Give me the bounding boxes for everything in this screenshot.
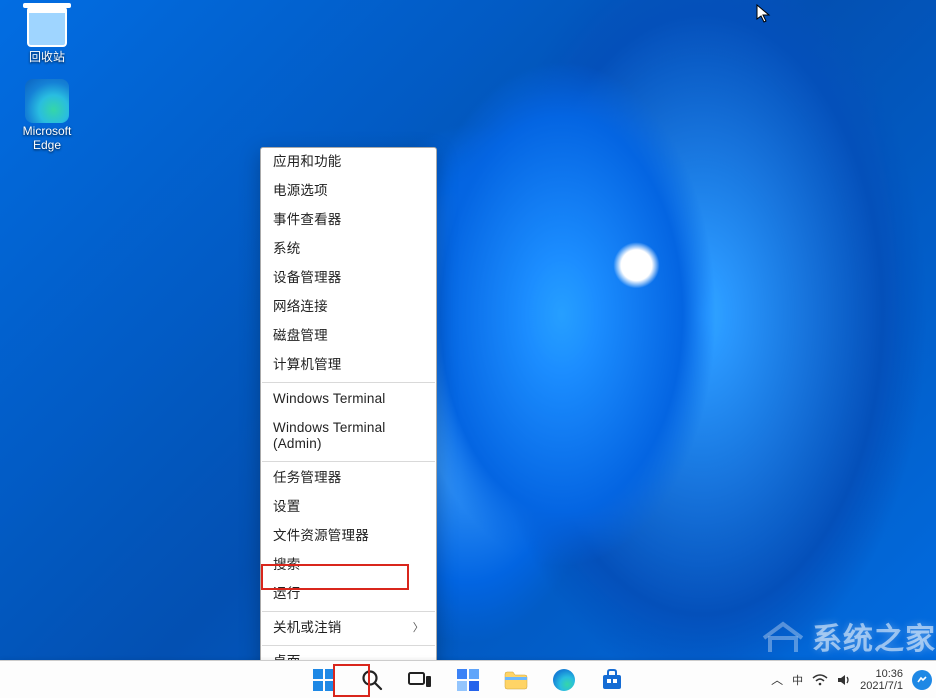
- task-view-icon: [408, 670, 432, 690]
- menu-search[interactable]: 搜索: [261, 551, 436, 580]
- clock-time: 10:36: [860, 668, 903, 680]
- menu-apps-features[interactable]: 应用和功能: [261, 148, 436, 177]
- menu-task-manager[interactable]: 任务管理器: [261, 464, 436, 493]
- file-explorer-button[interactable]: [503, 667, 529, 693]
- menu-shutdown-signout[interactable]: 关机或注销〉: [261, 614, 436, 643]
- recycle-bin-icon[interactable]: 回收站: [10, 4, 84, 64]
- menu-separator: [262, 461, 435, 462]
- menu-run[interactable]: 运行: [261, 580, 436, 609]
- menu-disk-management[interactable]: 磁盘管理: [261, 322, 436, 351]
- menu-device-manager[interactable]: 设备管理器: [261, 264, 436, 293]
- folder-icon: [504, 670, 528, 690]
- menu-separator: [262, 382, 435, 383]
- edge-icon: [553, 669, 575, 691]
- search-button[interactable]: [359, 667, 385, 693]
- widgets-button[interactable]: [455, 667, 481, 693]
- menu-file-explorer[interactable]: 文件资源管理器: [261, 522, 436, 551]
- widgets-icon: [457, 669, 479, 691]
- clock-date: 2021/7/1: [860, 680, 903, 692]
- windows-logo-icon: [313, 669, 335, 691]
- store-icon: [601, 669, 623, 691]
- tray-ime[interactable]: 中: [792, 672, 803, 688]
- menu-system[interactable]: 系统: [261, 235, 436, 264]
- assist-icon: [916, 674, 928, 686]
- volume-icon[interactable]: [837, 673, 851, 687]
- desktop-icons: 回收站 Microsoft Edge: [10, 4, 84, 166]
- start-button[interactable]: [311, 667, 337, 693]
- tray-assist-button[interactable]: [912, 670, 932, 690]
- menu-computer-management[interactable]: 计算机管理: [261, 351, 436, 380]
- menu-separator: [262, 611, 435, 612]
- taskbar: ︿ 中 10:36 2021/7/1: [0, 660, 936, 698]
- menu-event-viewer[interactable]: 事件查看器: [261, 206, 436, 235]
- search-icon: [361, 669, 383, 691]
- menu-separator: [262, 645, 435, 646]
- recycle-bin-label: 回收站: [10, 50, 84, 64]
- wifi-icon[interactable]: [812, 674, 828, 686]
- watermark-text: 系统之家: [812, 614, 936, 658]
- edge-label: Microsoft Edge: [10, 124, 84, 152]
- wallpaper: [0, 0, 936, 698]
- edge-button[interactable]: [551, 667, 577, 693]
- menu-power-options[interactable]: 电源选项: [261, 177, 436, 206]
- menu-network-connections[interactable]: 网络连接: [261, 293, 436, 322]
- taskbar-clock[interactable]: 10:36 2021/7/1: [860, 668, 903, 692]
- menu-windows-terminal-admin[interactable]: Windows Terminal (Admin): [261, 414, 436, 459]
- edge-icon[interactable]: Microsoft Edge: [10, 78, 84, 152]
- watermark: 系统之家: [760, 614, 936, 658]
- store-button[interactable]: [599, 667, 625, 693]
- chevron-right-icon: 〉: [413, 620, 424, 636]
- menu-settings[interactable]: 设置: [261, 493, 436, 522]
- task-view-button[interactable]: [407, 667, 433, 693]
- tray-overflow-button[interactable]: ︿: [771, 671, 783, 688]
- winx-context-menu: 应用和功能 电源选项 事件查看器 系统 设备管理器 网络连接 磁盘管理 计算机管…: [260, 147, 437, 678]
- menu-windows-terminal[interactable]: Windows Terminal: [261, 385, 436, 414]
